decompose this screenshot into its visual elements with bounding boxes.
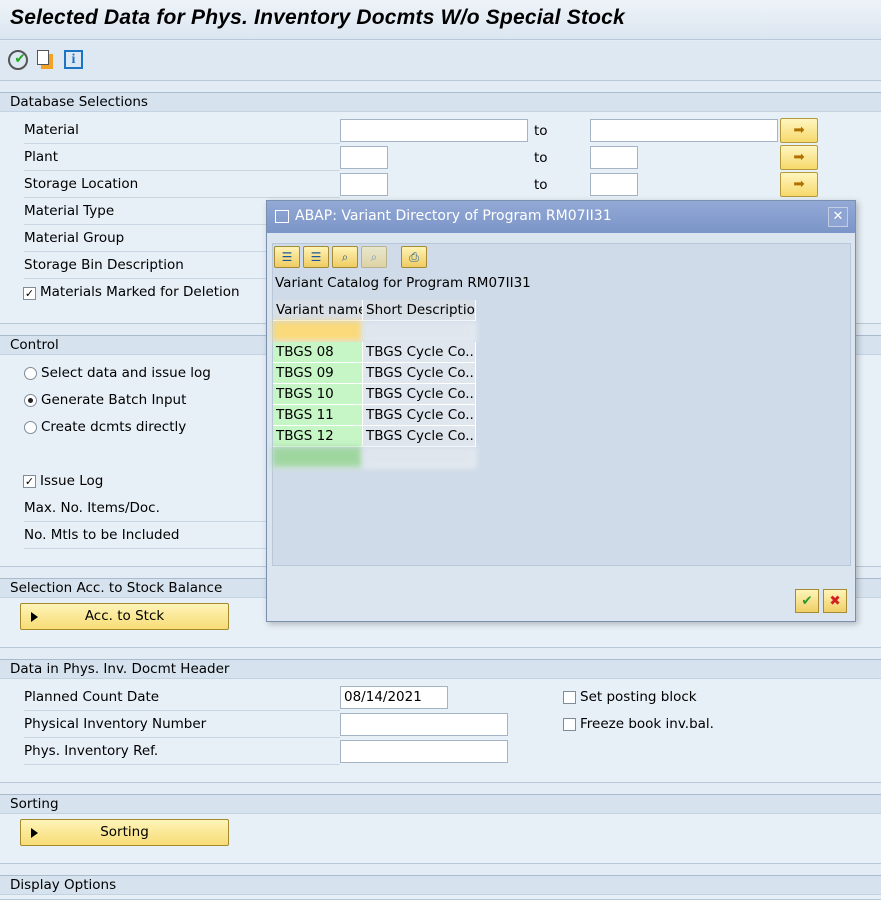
acc-to-stock-button[interactable]: Acc. to Stck [20, 603, 229, 630]
multiple-selection-button[interactable]: ➡ [780, 172, 818, 197]
short-description-cell[interactable]: TBGS Cycle Co... [363, 384, 476, 405]
dialog-icon [275, 210, 289, 223]
find-icon[interactable]: ⌕ [332, 246, 358, 268]
title-bar: Selected Data for Phys. Inventory Docmts… [0, 0, 881, 40]
confirm-button[interactable]: ✔ [795, 589, 819, 613]
deletion-label: Materials Marked for Deletion [40, 284, 240, 300]
redacted-cell[interactable] [273, 447, 363, 468]
sloc-from-input[interactable] [340, 173, 388, 196]
print-icon[interactable]: ⎙ [401, 246, 427, 268]
variant-name-cell[interactable]: TBGS 08 [273, 342, 363, 363]
issue-log-checkbox[interactable]: ✓ [23, 475, 36, 488]
label-storage-location: Storage Location [24, 171, 340, 198]
sloc-to-input[interactable] [590, 173, 638, 196]
to-label: to [534, 123, 548, 139]
redacted-cell[interactable] [363, 447, 476, 468]
column-header-variant-name[interactable]: Variant name [273, 300, 363, 321]
short-description-cell[interactable]: TBGS Cycle Co... [363, 342, 476, 363]
multiple-selection-button[interactable]: ➡ [780, 118, 818, 143]
deletion-checkbox[interactable]: ✓ [23, 287, 36, 300]
expand-icon [31, 612, 38, 622]
redacted-cell[interactable] [363, 321, 476, 342]
variants-icon[interactable] [37, 50, 49, 65]
button-label: Sorting [100, 824, 149, 840]
execute-icon[interactable]: ✔ [8, 50, 28, 70]
info-icon[interactable]: i [64, 50, 83, 69]
radio-create-dcmts[interactable] [24, 421, 37, 434]
freeze-checkbox[interactable] [563, 718, 576, 731]
button-label: Acc. to Stck [84, 608, 165, 624]
collapse-all-icon[interactable]: ☰ [303, 246, 329, 268]
catalog-title: Variant Catalog for Program RM07II31 [275, 275, 531, 291]
expand-icon [31, 828, 38, 838]
dialog-title-bar: ABAP: Variant Directory of Program RM07I… [267, 201, 855, 233]
material-from-input[interactable] [340, 119, 528, 142]
freeze-label: Freeze book inv.bal. [580, 716, 714, 732]
to-label: to [534, 177, 548, 193]
variant-name-cell[interactable]: TBGS 12 [273, 426, 363, 447]
short-description-cell[interactable]: TBGS Cycle Co... [363, 405, 476, 426]
short-description-cell[interactable]: TBGS Cycle Co... [363, 426, 476, 447]
section-header-display-options: Display Options [0, 875, 881, 895]
display-options-section [0, 895, 881, 900]
redacted-cell[interactable] [273, 321, 363, 342]
posting-block-label: Set posting block [580, 689, 697, 705]
label-plant: Plant [24, 144, 340, 171]
find-next-icon: ⌕ [361, 246, 387, 268]
short-description-cell[interactable]: TBGS Cycle Co... [363, 363, 476, 384]
material-to-input[interactable] [590, 119, 778, 142]
variant-name-cell[interactable]: TBGS 11 [273, 405, 363, 426]
label-planned-count-date: Planned Count Date [24, 684, 340, 711]
multiple-selection-button[interactable]: ➡ [780, 145, 818, 170]
plant-from-input[interactable] [340, 146, 388, 169]
plant-to-input[interactable] [590, 146, 638, 169]
label-material: Material [24, 117, 340, 144]
radio-select-data[interactable] [24, 367, 37, 380]
sorting-button[interactable]: Sorting [20, 819, 229, 846]
cancel-button[interactable]: ✖ [823, 589, 847, 613]
page-title: Selected Data for Phys. Inventory Docmts… [10, 6, 625, 29]
variant-directory-dialog: ABAP: Variant Directory of Program RM07I… [266, 200, 856, 622]
close-icon[interactable]: ✕ [828, 207, 848, 227]
pi-number-input[interactable] [340, 713, 508, 736]
column-header-short-description[interactable]: Short Description [363, 300, 476, 321]
expand-all-icon[interactable]: ☰ [274, 246, 300, 268]
dialog-title: ABAP: Variant Directory of Program RM07I… [295, 208, 612, 224]
label-pi-number: Physical Inventory Number [24, 711, 340, 738]
radio-label: Create dcmts directly [41, 419, 187, 435]
posting-block-checkbox[interactable] [563, 691, 576, 704]
label-pi-ref: Phys. Inventory Ref. [24, 738, 340, 765]
planned-count-date-input[interactable]: 08/14/2021 [340, 686, 448, 709]
pi-ref-input[interactable] [340, 740, 508, 763]
section-header-sorting: Sorting [0, 794, 881, 814]
radio-generate-batch[interactable] [24, 394, 37, 407]
radio-label: Select data and issue log [41, 365, 211, 381]
variant-name-cell[interactable]: TBGS 10 [273, 384, 363, 405]
section-header-database-selections: Database Selections [0, 92, 881, 112]
radio-label: Generate Batch Input [41, 392, 187, 408]
to-label: to [534, 150, 548, 166]
issue-log-label: Issue Log [40, 473, 104, 489]
application-toolbar: ✔ i [0, 41, 881, 81]
section-header-doc-header: Data in Phys. Inv. Docmt Header [0, 659, 881, 679]
variant-name-cell[interactable]: TBGS 09 [273, 363, 363, 384]
